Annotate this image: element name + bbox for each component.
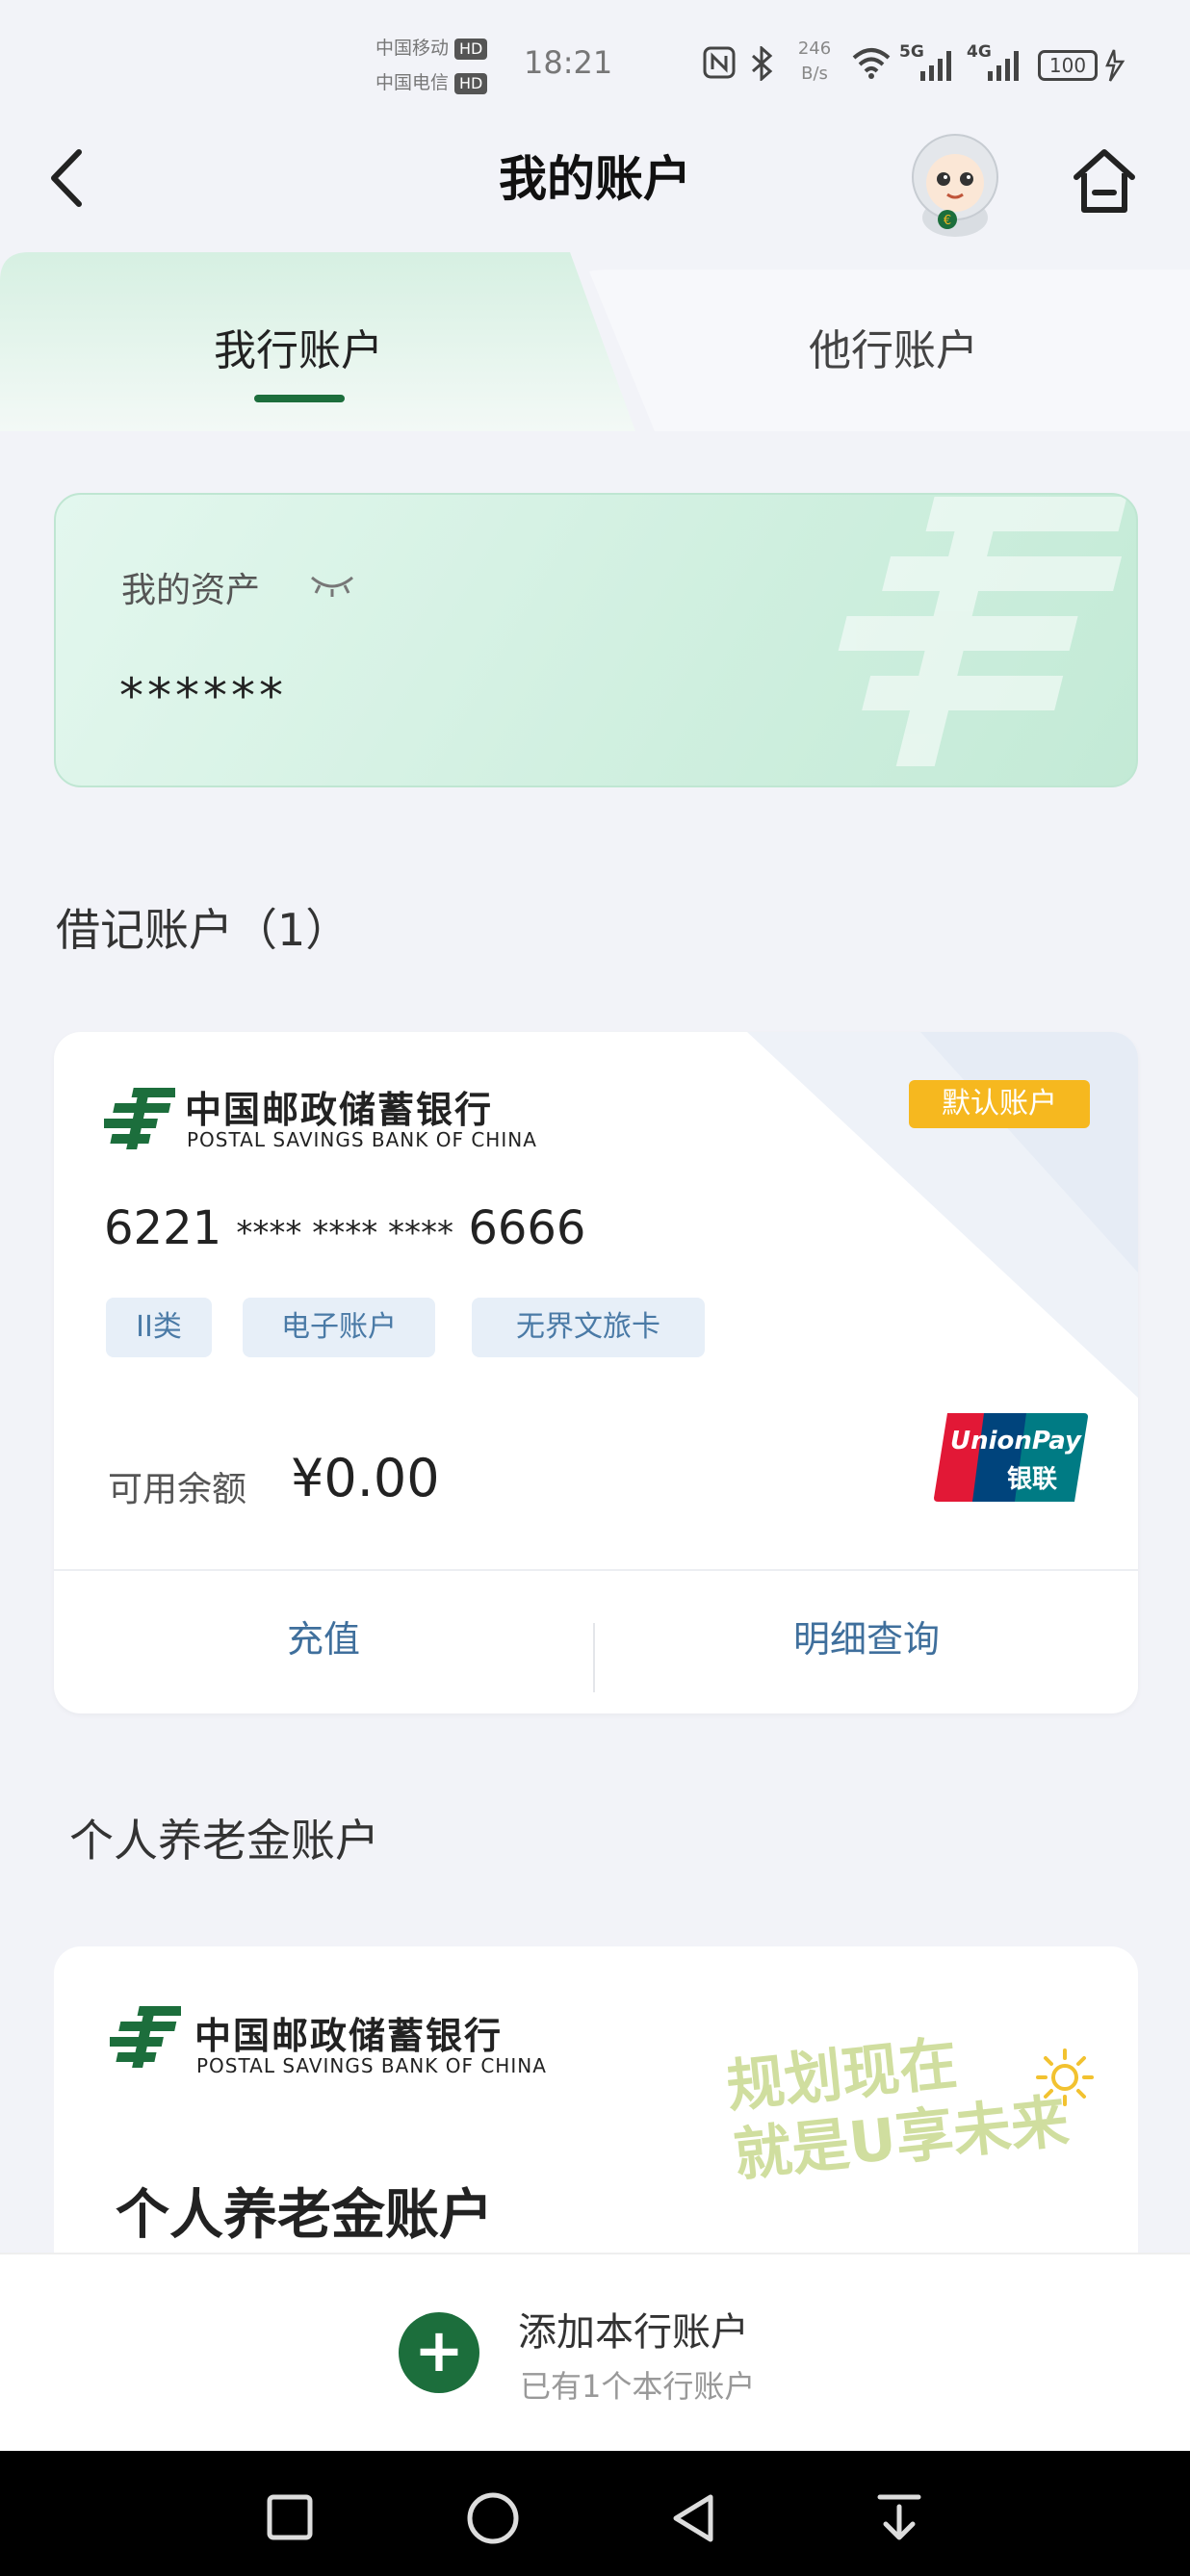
- add-icon: +: [399, 2312, 479, 2393]
- recent-apps-button[interactable]: [266, 2493, 314, 2541]
- bank-name-cn: 中国邮政储蓄银行: [194, 2015, 504, 2057]
- robot-mascot-icon: €: [912, 134, 998, 237]
- transaction-details-button[interactable]: 明细查询: [595, 1571, 1138, 1713]
- slogan: 规划现在 就是U享未来: [723, 2029, 1073, 2190]
- nfc-icon: [703, 46, 736, 87]
- balance-value: ¥0.00: [291, 1448, 440, 1508]
- net-speed: 246 B/s: [797, 39, 832, 84]
- hd-badge: HD: [454, 72, 488, 94]
- carrier-2: 中国电信 HD: [375, 67, 488, 98]
- notification-pull-button[interactable]: [874, 2491, 924, 2545]
- bank-name-en: POSTAL SAVINGS BANK OF CHINA: [196, 2054, 547, 2077]
- bluetooth-icon: [749, 44, 776, 89]
- mascot-button[interactable]: €: [903, 125, 1007, 239]
- back-nav-button[interactable]: [668, 2491, 718, 2545]
- bank-name-cn: 中国邮政储蓄银行: [185, 1089, 494, 1131]
- pension-section-title: 个人养老金账户: [69, 1815, 379, 1867]
- tab-other-bank[interactable]: 他行账户: [597, 252, 1190, 431]
- status-bar: 中国移动 HD 中国电信 HD 18:21 246 B/s 5G 4G 100: [0, 0, 1190, 135]
- tab-label: 我行账户: [214, 326, 383, 375]
- tab-my-bank[interactable]: 我行账户: [0, 252, 597, 431]
- assets-label: 我的资产: [121, 571, 261, 610]
- eye-closed-icon: [311, 576, 353, 597]
- recharge-button[interactable]: 充值: [54, 1571, 593, 1713]
- wifi-icon: [851, 46, 892, 83]
- tab-bar: 我行账户 他行账户: [0, 252, 1190, 431]
- battery-indicator: 100: [1038, 50, 1098, 81]
- tab-label: 他行账户: [809, 326, 978, 375]
- add-account-sub: 已有1个本行账户: [520, 2368, 756, 2405]
- square-icon: [267, 2494, 313, 2540]
- tag-card-type: 无界文旅卡: [472, 1298, 705, 1357]
- bank-name-en: POSTAL SAVINGS BANK OF CHINA: [187, 1128, 537, 1151]
- card-number: 6221 **** **** **** 6666: [104, 1201, 586, 1255]
- tab-active-indicator: [254, 395, 345, 402]
- debit-card[interactable]: 中国邮政储蓄银行 POSTAL SAVINGS BANK OF CHINA 默认…: [54, 1032, 1138, 1713]
- circle-icon: [467, 2492, 519, 2544]
- toggle-visibility-button[interactable]: [308, 570, 356, 599]
- psbc-logo-icon: [104, 1088, 175, 1149]
- hd-badge: HD: [454, 38, 488, 60]
- carrier-1: 中国移动 HD: [375, 33, 488, 64]
- tag-electronic-account: 电子账户: [243, 1298, 435, 1357]
- assets-value: ******: [119, 668, 287, 724]
- triangle-back-icon: [673, 2494, 713, 2542]
- page-title: 我的账户: [499, 151, 691, 207]
- home-button[interactable]: [1071, 146, 1138, 219]
- pull-down-icon: [877, 2494, 921, 2540]
- debit-section-title: 借记账户（1）: [56, 904, 350, 956]
- postal-logo-watermark: [838, 497, 1127, 766]
- signal-1-icon: [918, 48, 957, 85]
- pension-card-title: 个人养老金账户: [116, 2184, 493, 2247]
- add-account-bar[interactable]: + 添加本行账户 已有1个本行账户: [0, 2253, 1190, 2453]
- sun-icon: [1036, 2048, 1094, 2106]
- tag-account-class: II类: [106, 1298, 212, 1357]
- balance-label: 可用余额: [108, 1470, 247, 1509]
- battery-saver-icon: [1101, 48, 1126, 87]
- psbc-logo-icon: [110, 2006, 181, 2068]
- unionpay-logo-icon: UnionPay 银联: [934, 1409, 1088, 1506]
- assets-card: 我的资产 ******: [54, 493, 1138, 787]
- clock: 18:21: [524, 44, 613, 81]
- add-account-label: 添加本行账户: [518, 2310, 749, 2355]
- default-account-badge: 默认账户: [909, 1080, 1090, 1128]
- signal-2-icon: [986, 48, 1024, 85]
- home-icon: [1074, 149, 1135, 213]
- system-nav-bar: [0, 2451, 1190, 2576]
- home-nav-button[interactable]: [466, 2491, 520, 2545]
- svg-text:€: €: [944, 214, 951, 228]
